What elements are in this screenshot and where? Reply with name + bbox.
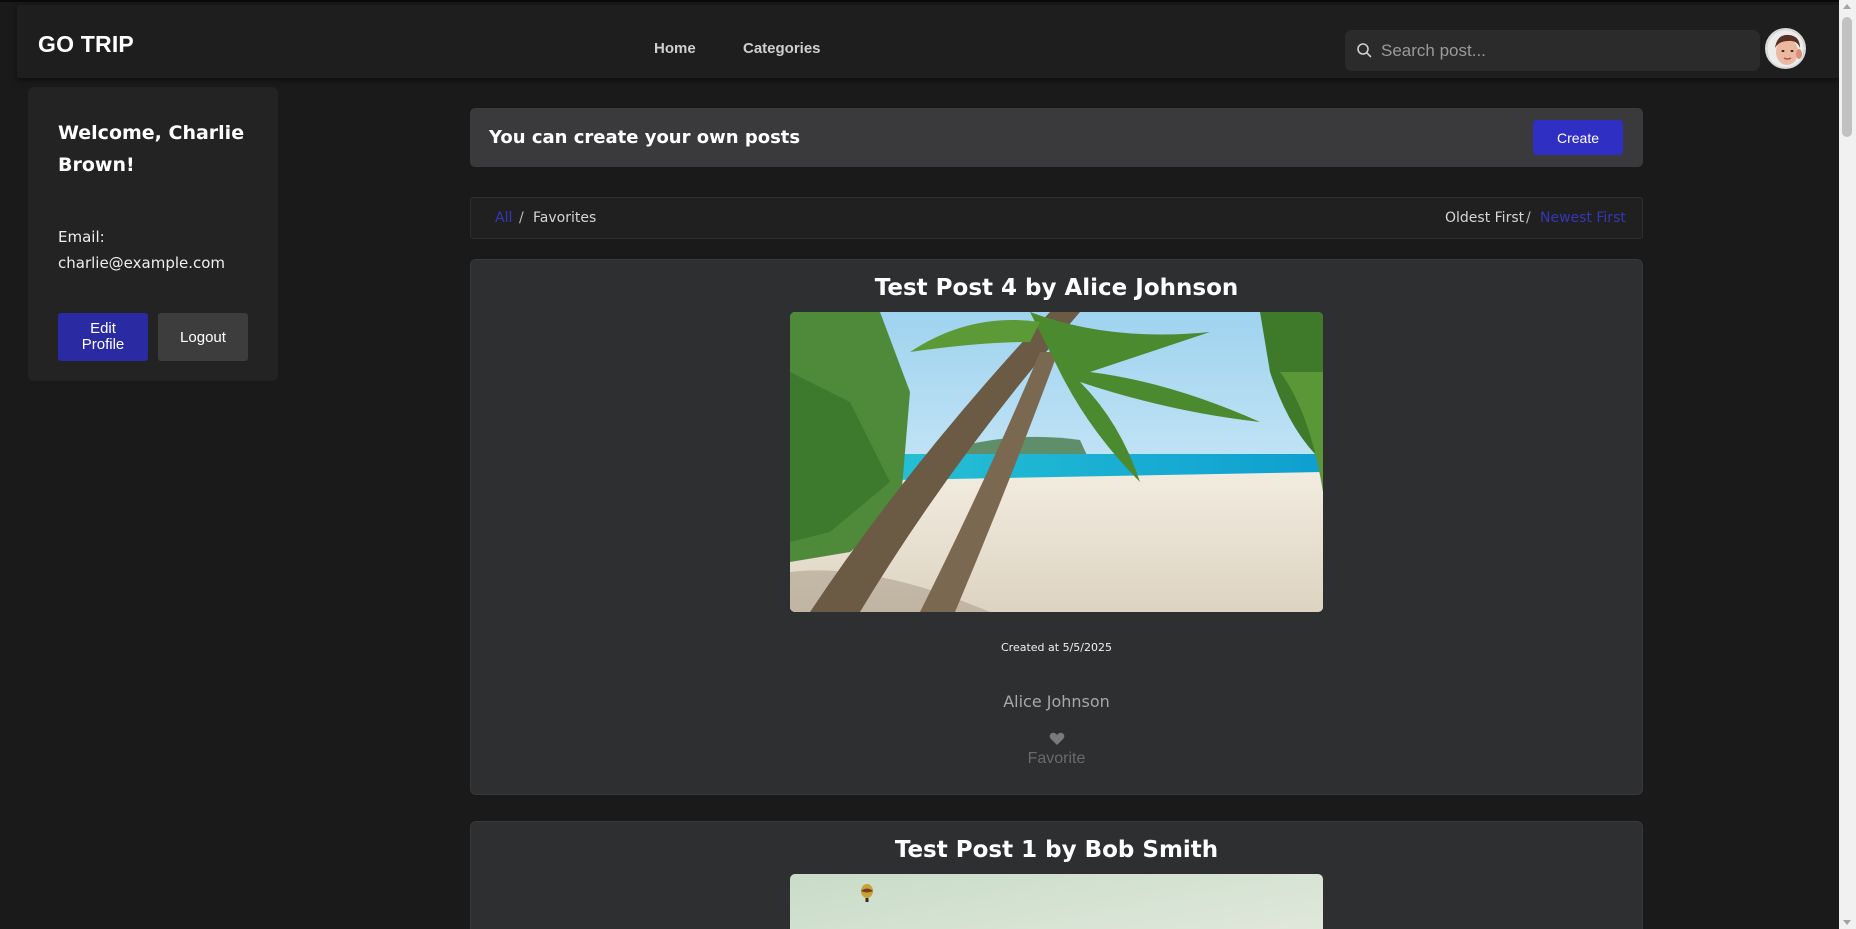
nav-categories[interactable]: Categories xyxy=(743,40,821,57)
search-input[interactable] xyxy=(1381,30,1751,71)
top-navbar: GO TRIP Home Categories xyxy=(17,5,1839,78)
email-value: charlie@example.com xyxy=(58,254,226,272)
search-icon xyxy=(1357,43,1372,58)
create-post-banner: You can create your own posts Create xyxy=(470,108,1643,167)
filter-all[interactable]: All xyxy=(495,210,512,226)
create-banner-text: You can create your own posts xyxy=(489,127,801,148)
filter-sort-bar: All / Favorites Oldest First / Newest Fi… xyxy=(470,197,1643,239)
post-image[interactable] xyxy=(790,874,1323,929)
post-title[interactable]: Test Post 4 by Alice Johnson xyxy=(471,275,1642,301)
search-bar xyxy=(1345,30,1760,71)
post-author[interactable]: Alice Johnson xyxy=(471,692,1642,711)
post-card: Test Post 4 by Alice Johnson Created at … xyxy=(470,259,1643,795)
edit-profile-button[interactable]: Edit Profile xyxy=(58,313,148,361)
user-avatar[interactable] xyxy=(1765,28,1806,69)
filter-separator: / xyxy=(519,210,524,226)
heart-icon[interactable] xyxy=(1049,732,1065,746)
email-label: Email: xyxy=(58,228,105,246)
post-image[interactable] xyxy=(790,312,1323,612)
favorite-label[interactable]: Favorite xyxy=(471,750,1642,768)
site-logo[interactable]: GO TRIP xyxy=(38,31,134,58)
logout-button[interactable]: Logout xyxy=(158,313,248,361)
sort-oldest-first[interactable]: Oldest First xyxy=(1445,210,1524,226)
post-created-date: Created at 5/5/2025 xyxy=(1001,641,1112,654)
create-button[interactable]: Create xyxy=(1533,120,1623,155)
scroll-down-arrow[interactable] xyxy=(1843,920,1851,925)
email-info: Email: charlie@example.com xyxy=(58,224,268,276)
welcome-heading: Welcome, Charlie Brown! xyxy=(58,122,245,176)
filter-favorites[interactable]: Favorites xyxy=(533,210,596,226)
post-title[interactable]: Test Post 1 by Bob Smith xyxy=(471,837,1642,863)
profile-card: Welcome, Charlie Brown! Email: charlie@e… xyxy=(28,87,278,381)
post-card: Test Post 1 by Bob Smith xyxy=(470,821,1643,929)
sort-separator: / xyxy=(1526,210,1531,226)
page-scrollbar[interactable] xyxy=(1839,0,1856,929)
scroll-thumb[interactable] xyxy=(1842,17,1852,137)
nav-home[interactable]: Home xyxy=(654,40,696,57)
window-top-edge xyxy=(0,0,1856,2)
sort-newest-first[interactable]: Newest First xyxy=(1540,210,1626,226)
scroll-up-arrow[interactable] xyxy=(1843,4,1851,9)
